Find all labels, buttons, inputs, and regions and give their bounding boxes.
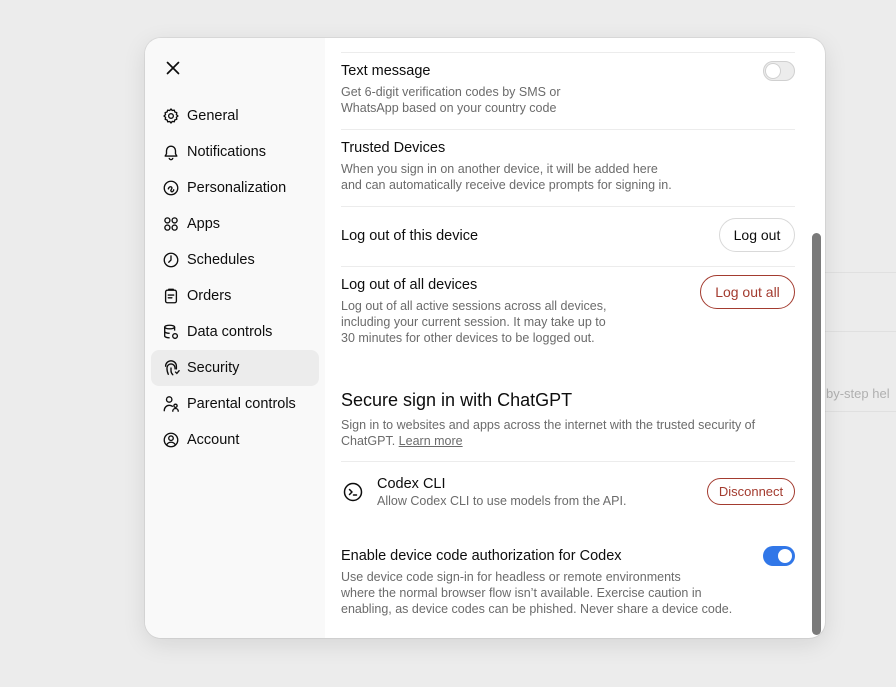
codex-cli-desc: Allow Codex CLI to use models from the A… [377,494,627,508]
logout-all-desc-line3: 30 minutes for other devices to be logge… [341,331,595,345]
device-code-desc-line1: Use device code sign-in for headless or … [341,570,681,584]
trusted-devices-desc-line2: and can automatically receive device pro… [341,178,672,192]
background-divider [824,331,896,332]
sidebar-item-general[interactable]: General [151,98,319,134]
user-circle-icon [163,432,179,448]
text-message-desc-line2: WhatsApp based on your country code [341,101,557,115]
close-icon [166,61,180,75]
learn-more-link[interactable]: Learn more [399,434,463,448]
settings-sidebar: General Notifications Personalization Ap… [145,38,325,638]
trusted-devices-desc-line1: When you sign in on another device, it w… [341,162,658,176]
toggle-knob [778,549,792,563]
database-gear-icon [164,324,179,340]
background-text: by-step hel [826,386,890,401]
divider [341,461,795,462]
fingerprint-shield-icon [164,360,180,376]
sidebar-item-label: Orders [187,288,232,304]
sidebar-item-label: Notifications [187,144,266,160]
parent-child-icon [163,396,179,412]
sidebar-item-label: Account [187,432,240,448]
logout-device-title: Log out of this device [341,228,479,244]
sidebar-item-label: Parental controls [187,396,296,412]
sidebar-item-label: Personalization [187,180,287,196]
terminal-icon [343,482,363,502]
sidebar-item-notifications[interactable]: Notifications [151,134,319,170]
sidebar-item-label: Security [187,360,240,376]
text-message-title: Text message [341,63,431,79]
sidebar-item-data-controls[interactable]: Data controls [151,314,319,350]
settings-nav: General Notifications Personalization Ap… [151,98,319,458]
personalization-icon [163,180,179,196]
sidebar-item-label: Schedules [187,252,255,268]
secure-signin-title: Secure sign in with ChatGPT [341,390,573,410]
logout-all-desc-line2: including your current session. It may t… [341,315,606,329]
sidebar-item-account[interactable]: Account [151,422,319,458]
device-code-desc-line2: where the normal browser flow isn’t avai… [341,586,702,600]
logout-all-title: Log out of all devices [341,277,478,293]
apps-grid-icon [164,217,178,231]
codex-cli-title: Codex CLI [377,476,446,492]
log-out-button[interactable]: Log out [719,218,795,252]
sidebar-item-orders[interactable]: Orders [151,278,319,314]
text-message-desc-line1: Get 6-digit verification codes by SMS or [341,85,561,99]
clock-icon [163,252,179,268]
sidebar-item-label: Apps [187,216,221,232]
toggle-knob [766,64,780,78]
sidebar-item-label: Data controls [187,324,273,340]
log-out-all-button[interactable]: Log out all [700,275,795,309]
text-message-toggle[interactable] [763,61,795,81]
scrollbar-thumb[interactable] [812,233,821,635]
secure-signin-desc-line2: ChatGPT. Learn more [341,433,463,449]
sidebar-item-personalization[interactable]: Personalization [151,170,319,206]
security-settings-panel: Text message Get 6-digit verification co… [325,38,825,638]
secure-signin-desc-line1: Sign in to websites and apps across the … [341,418,756,432]
sidebar-item-label: General [187,108,239,124]
sidebar-item-parental-controls[interactable]: Parental controls [151,386,319,422]
clipboard-icon [164,288,178,304]
device-code-title: Enable device code authorization for Cod… [341,548,622,564]
gear-icon [163,108,179,124]
bell-icon [164,145,178,161]
secure-signin-desc-prefix: ChatGPT. [341,434,396,448]
trusted-devices-title: Trusted Devices [341,140,446,156]
device-code-desc-line3: enabling, as device codes can be phished… [341,602,733,616]
divider [341,52,795,53]
sidebar-item-security[interactable]: Security [151,350,319,386]
close-button[interactable] [161,56,185,80]
settings-modal: General Notifications Personalization Ap… [145,38,825,638]
logout-all-desc-line1: Log out of all active sessions across al… [341,299,607,313]
sidebar-item-schedules[interactable]: Schedules [151,242,319,278]
divider [341,129,795,130]
divider [341,206,795,207]
sidebar-item-apps[interactable]: Apps [151,206,319,242]
disconnect-button[interactable]: Disconnect [707,478,795,505]
device-code-toggle[interactable] [763,546,795,566]
divider [341,266,795,267]
